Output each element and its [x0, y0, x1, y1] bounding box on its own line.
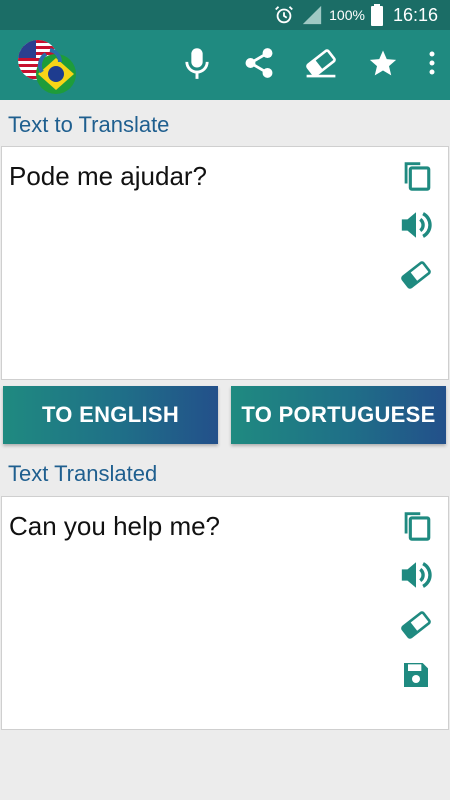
- result-text[interactable]: Can you help me?: [9, 511, 220, 542]
- source-text-area[interactable]: Pode me ajudar?: [1, 146, 449, 380]
- more-vert-icon: [428, 50, 436, 81]
- alarm-icon: [273, 4, 295, 26]
- to-english-button[interactable]: TO ENGLISH: [3, 386, 218, 444]
- us-brazil-flags-logo: [16, 36, 78, 98]
- clock: 16:16: [392, 4, 438, 25]
- speaker-icon: [399, 209, 433, 246]
- eraser-icon: [304, 48, 338, 83]
- app-bar: [0, 30, 450, 100]
- result-clear-button[interactable]: [398, 610, 434, 645]
- result-text-area[interactable]: Can you help me?: [1, 496, 449, 730]
- source-text[interactable]: Pode me ajudar?: [9, 161, 207, 192]
- status-bar: 100% 16:16: [0, 0, 450, 30]
- share-button[interactable]: [228, 30, 290, 100]
- battery-percent: 100%: [329, 7, 365, 23]
- favorite-button[interactable]: [352, 30, 414, 100]
- result-save-button[interactable]: [398, 661, 434, 693]
- speaker-icon: [399, 559, 433, 596]
- result-label: Text Translated: [8, 461, 158, 486]
- save-icon: [400, 659, 432, 696]
- share-icon: [242, 46, 276, 85]
- result-speak-button[interactable]: [398, 561, 434, 593]
- result-copy-button[interactable]: [398, 511, 434, 543]
- signal-icon: [301, 4, 323, 26]
- source-label: Text to Translate: [8, 112, 170, 137]
- to-portuguese-button[interactable]: TO PORTUGUESE: [231, 386, 446, 444]
- microphone-button[interactable]: [166, 30, 228, 100]
- source-speak-button[interactable]: [398, 211, 434, 243]
- eraser-icon: [399, 260, 433, 295]
- battery-icon: [370, 4, 383, 26]
- copy-icon: [399, 158, 433, 197]
- microphone-icon: [183, 46, 211, 85]
- copy-icon: [399, 508, 433, 547]
- source-copy-button[interactable]: [398, 161, 434, 193]
- clear-all-button[interactable]: [290, 30, 352, 100]
- eraser-icon: [399, 610, 433, 645]
- source-clear-button[interactable]: [398, 260, 434, 295]
- star-icon: [368, 48, 398, 83]
- more-options-button[interactable]: [414, 30, 450, 100]
